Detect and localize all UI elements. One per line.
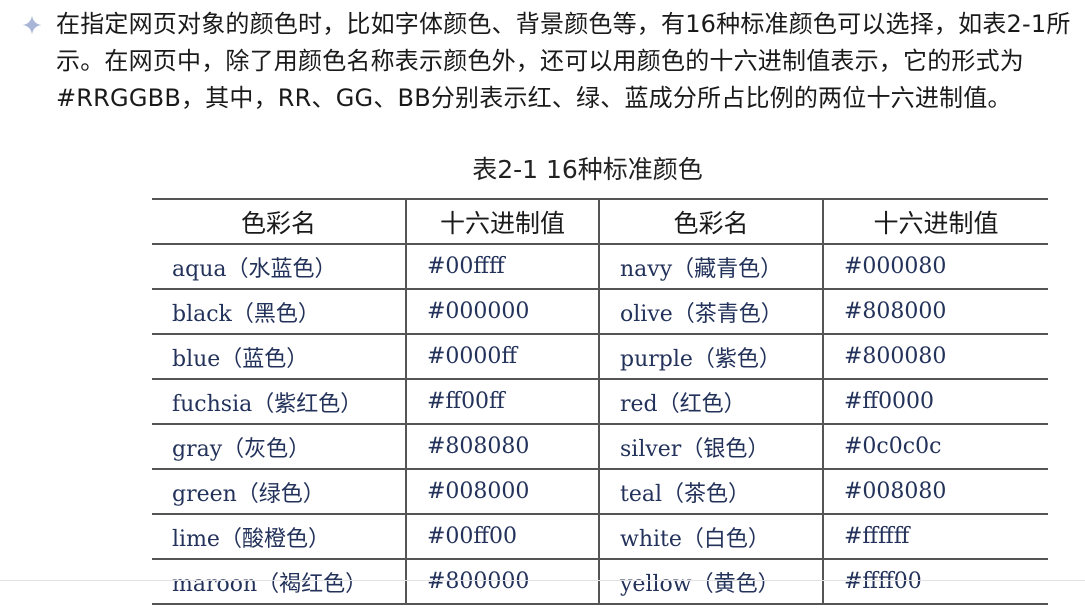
slide-bottom-divider <box>0 580 1085 581</box>
table-caption: 表2-1 16种标准颜色 <box>472 155 703 184</box>
color-name-cell: yellow（黄色） <box>598 559 823 605</box>
hex-value-cell: #ffffff <box>822 514 1048 560</box>
color-name-cell: lime（酸橙色） <box>152 514 406 560</box>
color-name-cell: purple（紫色） <box>598 334 823 380</box>
table-row: green（绿色） #008000 teal（茶色） #008080 <box>152 469 1048 515</box>
color-name-cell: black（黑色） <box>152 289 406 335</box>
color-name-cell: red（红色） <box>598 379 823 425</box>
table-row: maroon（褐红色） #800000 yellow（黄色） #ffff00 <box>152 559 1048 605</box>
hex-value-cell: #800000 <box>405 559 599 605</box>
hex-value-cell: #000080 <box>822 244 1048 290</box>
color-name-cell: green（绿色） <box>152 469 406 515</box>
color-name-cell: gray（灰色） <box>152 424 406 470</box>
hex-value-cell: #ff0000 <box>822 379 1048 425</box>
hex-value-cell: #ffff00 <box>822 559 1048 605</box>
hex-value-cell: #0c0c0c <box>822 424 1048 470</box>
diamond-bullet-icon <box>22 8 56 42</box>
color-name-cell: silver（银色） <box>598 424 823 470</box>
color-name-cell: maroon（褐红色） <box>152 559 406 605</box>
table-row: gray（灰色） #808080 silver（银色） #0c0c0c <box>152 424 1048 470</box>
table-row: black（黑色） #000000 olive（茶青色） #808000 <box>152 289 1048 335</box>
table-row: fuchsia（紫红色） #ff00ff red（红色） #ff0000 <box>152 379 1048 425</box>
table-row: aqua（水蓝色） #00ffff navy（藏青色） #000080 <box>152 244 1048 290</box>
hex-value-cell: #808000 <box>822 289 1048 335</box>
color-name-cell: navy（藏青色） <box>598 244 823 290</box>
color-name-cell: olive（茶青色） <box>598 289 823 335</box>
header-color-name: 色彩名 <box>152 198 406 245</box>
hex-value-cell: #00ff00 <box>405 514 599 560</box>
color-name-cell: fuchsia（紫红色） <box>152 379 406 425</box>
bullet-paragraph: 在指定网页对象的颜色时，比如字体颜色、背景颜色等，有16种标准颜色可以选择，如表… <box>22 6 1072 117</box>
hex-value-cell: #008000 <box>405 469 599 515</box>
table-row: lime（酸橙色） #00ff00 white（白色） #ffffff <box>152 514 1048 560</box>
header-hex-value: 十六进制值 <box>405 198 599 245</box>
hex-value-cell: #808080 <box>405 424 599 470</box>
hex-value-cell: #00ffff <box>405 244 599 290</box>
table-row: blue（蓝色） #0000ff purple（紫色） #800080 <box>152 334 1048 380</box>
color-name-cell: white（白色） <box>598 514 823 560</box>
header-color-name: 色彩名 <box>598 198 823 245</box>
color-name-cell: blue（蓝色） <box>152 334 406 380</box>
hex-value-cell: #000000 <box>405 289 599 335</box>
color-name-cell: teal（茶色） <box>598 469 823 515</box>
standard-colors-table: 色彩名 十六进制值 色彩名 十六进制值 aqua（水蓝色） #00ffff na… <box>152 198 1048 605</box>
table-header-row: 色彩名 十六进制值 色彩名 十六进制值 <box>152 198 1048 245</box>
hex-value-cell: #008080 <box>822 469 1048 515</box>
color-name-cell: aqua（水蓝色） <box>152 244 406 290</box>
hex-value-cell: #0000ff <box>405 334 599 380</box>
hex-value-cell: #ff00ff <box>405 379 599 425</box>
header-hex-value: 十六进制值 <box>822 198 1048 245</box>
hex-value-cell: #800080 <box>822 334 1048 380</box>
intro-paragraph-text: 在指定网页对象的颜色时，比如字体颜色、背景颜色等，有16种标准颜色可以选择，如表… <box>56 10 1071 112</box>
